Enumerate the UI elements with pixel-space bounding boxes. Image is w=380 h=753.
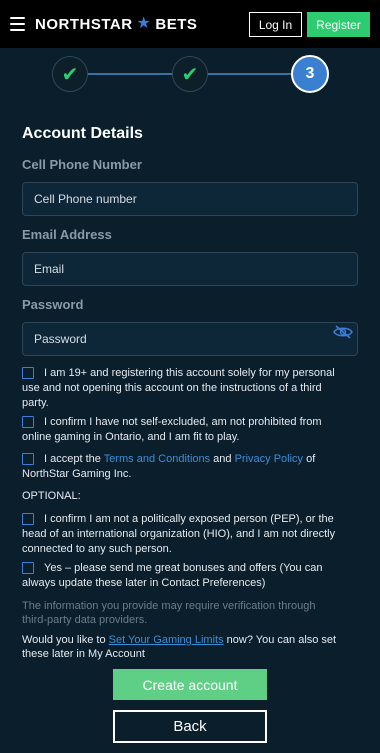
page-title: Account Details	[22, 125, 143, 142]
register-button[interactable]: Register	[307, 12, 370, 37]
back-button[interactable]: Back	[113, 710, 267, 743]
step-1-complete: ✔	[52, 56, 88, 92]
star-icon: ★	[136, 15, 152, 32]
verification-info-text: The information you provide may require …	[22, 600, 316, 626]
self-exclusion-row: I confirm I have not self-excluded, am n…	[22, 415, 362, 445]
optional-label: OPTIONAL:	[22, 490, 81, 502]
privacy-policy-link[interactable]: Privacy Policy	[235, 453, 303, 465]
terms-link[interactable]: Terms and Conditions	[104, 453, 210, 465]
create-account-button[interactable]: Create account	[113, 669, 267, 700]
terms-mid: and	[210, 453, 235, 465]
pep-text: I confirm I am not a politically exposed…	[22, 513, 336, 555]
pep-row: I confirm I am not a politically exposed…	[22, 512, 362, 557]
bonuses-row: Yes – please send me great bonuses and o…	[22, 561, 362, 591]
stepper-connector-2	[208, 73, 292, 75]
limits-prefix: Would you like to	[22, 634, 109, 646]
stepper-connector-1	[88, 73, 172, 75]
step-number: 3	[305, 65, 315, 82]
bonuses-text: Yes – please send me great bonuses and o…	[22, 562, 323, 589]
logo-text-bets: BETS	[155, 15, 198, 33]
age-consent-text: I am 19+ and registering this account so…	[22, 367, 335, 409]
eye-slash-icon[interactable]	[333, 325, 353, 339]
password-label: Password	[22, 297, 84, 312]
age-consent-row: I am 19+ and registering this account so…	[22, 366, 362, 411]
terms-row: I accept the Terms and Conditions and Pr…	[22, 452, 362, 482]
gaming-limits-text: Would you like to Set Your Gaming Limits…	[22, 633, 352, 661]
top-header: NORTHSTAR ★ BETS Log In Register	[0, 0, 380, 48]
terms-prefix: I accept the	[44, 453, 104, 465]
terms-text: I accept the Terms and Conditions and Pr…	[22, 452, 344, 482]
email-label: Email Address	[22, 227, 112, 242]
phone-input[interactable]	[22, 182, 358, 216]
phone-label: Cell Phone Number	[22, 157, 142, 172]
gaming-limits-link[interactable]: Set Your Gaming Limits	[109, 634, 224, 646]
email-input[interactable]	[22, 252, 358, 286]
step-3-current: 3	[291, 55, 329, 93]
password-input[interactable]	[22, 322, 358, 356]
hamburger-menu-icon[interactable]	[10, 17, 25, 31]
step-2-complete: ✔	[172, 56, 208, 92]
logo-text-northstar: NORTHSTAR	[35, 15, 133, 33]
login-button[interactable]: Log In	[249, 12, 302, 37]
checkmark-icon: ✔	[181, 63, 199, 86]
self-exclusion-text: I confirm I have not self-excluded, am n…	[22, 416, 322, 443]
checkmark-icon: ✔	[61, 63, 79, 86]
brand-logo[interactable]: NORTHSTAR ★ BETS	[35, 15, 197, 33]
